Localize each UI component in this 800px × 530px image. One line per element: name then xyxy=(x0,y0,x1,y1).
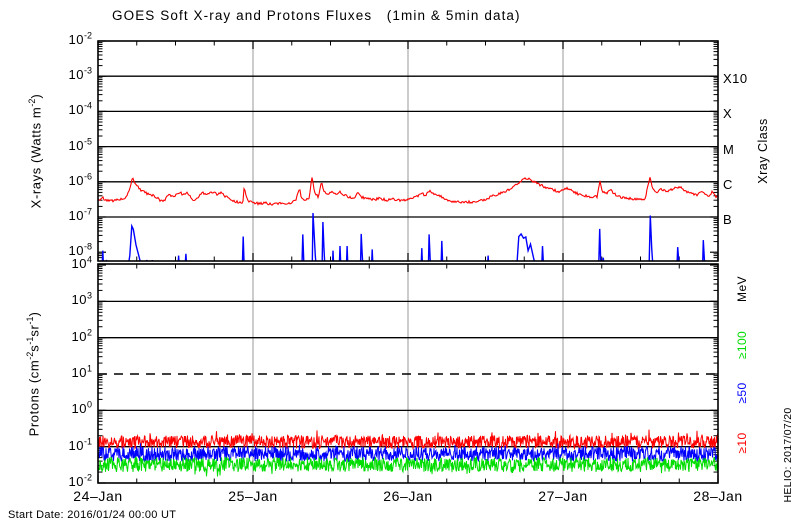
xtick-label: 25–Jan xyxy=(228,488,278,504)
ytick-label-proton: 10-1 xyxy=(68,436,92,453)
xtick-label: 27–Jan xyxy=(538,488,588,504)
goes-flux-plot-page: GOES Soft X-ray and Protons Fluxes (1min… xyxy=(0,0,800,530)
xtick-label: 28–Jan xyxy=(693,488,743,504)
helio-watermark: HELIO: 2017/07/20 xyxy=(782,407,794,503)
proton-threshold-label-ge100: ≥100 xyxy=(735,330,749,360)
proton-threshold-label-ge10: ≥10 xyxy=(735,432,749,454)
xray-class-label-c: C xyxy=(723,176,733,192)
xray-class-label-b: B xyxy=(723,212,733,227)
xtick-label: 26–Jan xyxy=(383,488,433,504)
chart-title: GOES Soft X-ray and Protons Fluxes (1min… xyxy=(112,8,521,23)
xray-axis-label: X-rays (Watts m-2) xyxy=(27,93,44,209)
ytick-label-xray: 10-7 xyxy=(68,206,92,223)
ytick-label-proton: 101 xyxy=(71,363,92,380)
flux-chart-canvas xyxy=(97,40,719,484)
ytick-label-xray: 10-6 xyxy=(68,171,92,188)
ytick-label-proton: 103 xyxy=(71,291,92,308)
ytick-label-xray: 10-3 xyxy=(68,65,92,83)
xray-class-label-x10: X10 xyxy=(723,71,748,87)
ytick-label-xray: 10-2 xyxy=(68,30,92,47)
xray-class-label-x: X xyxy=(723,106,733,122)
ytick-label-xray: 10-5 xyxy=(68,136,92,153)
proton-axis-label: Protons (cm-2s-1sr-1) xyxy=(25,311,42,437)
proton-threshold-label-ge50: ≥50 xyxy=(735,382,749,404)
mev-axis-title: MeV xyxy=(735,276,749,302)
ytick-label-proton: 102 xyxy=(71,327,92,344)
ytick-label-proton: 104 xyxy=(71,254,92,272)
ytick-label-proton: 10-2 xyxy=(68,472,92,489)
xray-class-label-m: M xyxy=(723,141,735,157)
start-date-text: Start Date: 2016/01/24 00:00 UT xyxy=(8,509,177,521)
xray-class-axis-title: Xray Class xyxy=(756,118,770,184)
xtick-label: 24–Jan xyxy=(73,488,123,504)
ytick-label-proton: 100 xyxy=(71,400,92,417)
ytick-label-xray: 10-4 xyxy=(68,101,92,118)
